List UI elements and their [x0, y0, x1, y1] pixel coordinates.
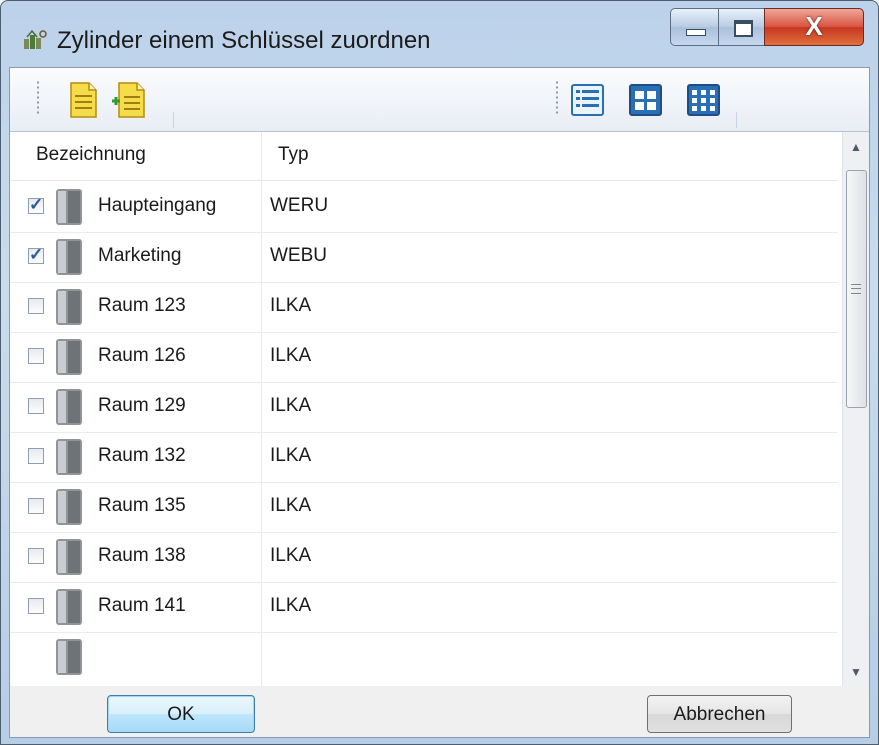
row-name: Marketing: [98, 245, 182, 266]
row-typ: ILKA: [270, 545, 312, 566]
small-icons-view-icon: [687, 84, 720, 116]
list-row[interactable]: ✓ Haupteingang WERU: [10, 182, 838, 233]
cylinder-icon: [56, 489, 82, 525]
cylinder-icon: [56, 289, 82, 325]
maximize-button[interactable]: [718, 8, 765, 46]
row-checkbox[interactable]: [28, 348, 44, 364]
scroll-down-icon[interactable]: ▼: [843, 659, 869, 685]
cylinder-key-app-icon: [24, 29, 47, 49]
row-name: Raum 123: [98, 295, 186, 316]
toolbar-grip-left[interactable]: [37, 80, 39, 116]
dialog-footer: OK Abbrechen: [10, 686, 869, 737]
row-checkbox[interactable]: [28, 548, 44, 564]
large-icons-view-icon: [629, 84, 662, 116]
row-checkbox[interactable]: ✓: [28, 195, 44, 214]
row-name: Raum 135: [98, 495, 186, 516]
large-icons-view-button[interactable]: [628, 81, 664, 119]
minimize-button[interactable]: [670, 8, 719, 46]
check-icon: ✓: [29, 245, 44, 264]
add-document-icon: [112, 82, 145, 118]
maximize-icon: [734, 20, 753, 37]
add-document-button[interactable]: [111, 81, 147, 119]
list-row-partial[interactable]: [10, 632, 838, 682]
cylinder-icon: [56, 189, 82, 225]
ok-button[interactable]: OK: [107, 695, 255, 733]
cylinder-icon: [56, 539, 82, 575]
cylinder-icon: [56, 239, 82, 275]
scroll-up-icon[interactable]: ▲: [843, 134, 869, 160]
close-icon: X: [805, 11, 823, 41]
column-header-typ[interactable]: Typ: [278, 144, 309, 166]
row-checkbox[interactable]: [28, 298, 44, 314]
title-bar[interactable]: Zylinder einem Schlüssel zuordnen X: [1, 1, 878, 67]
row-typ: WEBU: [270, 245, 327, 266]
row-name: Raum 129: [98, 395, 186, 416]
cylinder-icon: [56, 339, 82, 375]
window-title: Zylinder einem Schlüssel zuordnen: [57, 27, 431, 54]
cylinder-list: Bezeichnung Typ ✓ Haupteingang WERU ✓ Ma…: [10, 131, 869, 688]
row-typ: ILKA: [270, 395, 312, 416]
row-checkbox[interactable]: [28, 598, 44, 614]
close-button[interactable]: X: [764, 8, 864, 46]
scrollbar-grip-icon: [851, 284, 861, 294]
row-checkbox[interactable]: [28, 498, 44, 514]
row-name: Raum 141: [98, 595, 186, 616]
scrollbar-thumb[interactable]: [846, 170, 867, 408]
new-document-icon: [70, 82, 97, 118]
list-header: Bezeichnung Typ: [10, 132, 838, 181]
cancel-button[interactable]: Abbrechen: [647, 695, 792, 733]
small-icons-view-button[interactable]: [686, 81, 722, 119]
list-row[interactable]: ✓ Marketing WEBU: [10, 232, 838, 283]
details-view-icon: [571, 84, 604, 116]
details-view-button[interactable]: [570, 81, 606, 119]
row-typ: ILKA: [270, 295, 312, 316]
cylinder-icon: [56, 639, 82, 675]
new-document-button[interactable]: [65, 81, 101, 119]
dialog-window: Zylinder einem Schlüssel zuordnen X Beze…: [0, 0, 879, 745]
row-typ: WERU: [270, 195, 329, 216]
row-checkbox[interactable]: [28, 448, 44, 464]
list-row[interactable]: Raum 132 ILKA: [10, 432, 838, 483]
row-name: Raum 126: [98, 345, 186, 366]
row-checkbox[interactable]: ✓: [28, 245, 44, 264]
row-typ: ILKA: [270, 445, 312, 466]
row-name: Haupteingang: [98, 195, 217, 216]
column-header-bezeichnung[interactable]: Bezeichnung: [36, 144, 146, 166]
list-row[interactable]: Raum 138 ILKA: [10, 532, 838, 583]
toolbar-grip-right[interactable]: [556, 80, 558, 116]
list-row[interactable]: Raum 126 ILKA: [10, 332, 838, 383]
list-row[interactable]: Raum 135 ILKA: [10, 482, 838, 533]
toolbar-separator-right: [736, 112, 737, 128]
row-checkbox[interactable]: [28, 398, 44, 414]
list-row[interactable]: Raum 129 ILKA: [10, 382, 838, 433]
check-icon: ✓: [29, 195, 44, 214]
cylinder-icon: [56, 439, 82, 475]
minimize-icon: [686, 29, 706, 36]
row-name: Raum 132: [98, 445, 186, 466]
cylinder-icon: [56, 389, 82, 425]
row-typ: ILKA: [270, 345, 312, 366]
cylinder-icon: [56, 589, 82, 625]
toolbar-separator-left: [173, 112, 174, 128]
list-row[interactable]: Raum 141 ILKA: [10, 582, 838, 633]
toolbar: [10, 68, 869, 131]
row-typ: ILKA: [270, 595, 312, 616]
vertical-scrollbar[interactable]: ▲ ▼: [842, 132, 869, 687]
dialog-client-area: Bezeichnung Typ ✓ Haupteingang WERU ✓ Ma…: [9, 67, 870, 738]
row-name: Raum 138: [98, 545, 186, 566]
list-row[interactable]: Raum 123 ILKA: [10, 282, 838, 333]
row-typ: ILKA: [270, 495, 312, 516]
